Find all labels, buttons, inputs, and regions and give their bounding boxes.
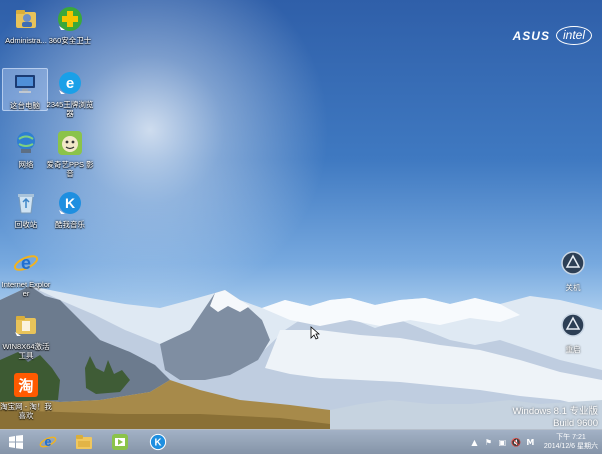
svg-text:K: K	[65, 195, 75, 211]
svg-text:K: K	[155, 437, 162, 448]
taskbar-kuwo-button[interactable]: K	[148, 432, 168, 452]
shutdown-label: 关机	[565, 283, 581, 292]
network-globe-icon	[11, 128, 41, 158]
svg-text:e: e	[21, 253, 31, 273]
input-method-icon[interactable]: M	[526, 438, 535, 447]
desktop-icon-taobao[interactable]: 淘 淘宝网 - 淘！我喜欢	[0, 370, 52, 420]
desktop-icon-kuwo-music[interactable]: K 酷我音乐	[44, 188, 96, 229]
internet-explorer-icon: e	[11, 248, 41, 278]
desktop-icon-iqiyi-pps[interactable]: 爱奇艺PPS 影音	[44, 128, 96, 178]
pps-player-icon	[55, 128, 85, 158]
system-tray: ▲ ⚑ ▣ 🔇 M 下午 7:21 2014/12/6 星期六	[470, 432, 598, 452]
show-hidden-icons-icon[interactable]: ▲	[470, 438, 479, 447]
restart-icon	[561, 313, 585, 337]
clock-date: 2014/12/6 星期六	[543, 443, 598, 450]
shutdown-icon	[561, 251, 585, 275]
computer-icon	[10, 69, 40, 99]
taskbar-ie-button[interactable]: e	[38, 432, 58, 452]
svg-text:淘: 淘	[17, 377, 33, 395]
desktop-icon-label: 这台电脑	[10, 101, 40, 110]
asus-logo: ASUS	[512, 28, 550, 43]
desktop-icon-label: 淘宝网 - 淘！我喜欢	[0, 402, 52, 420]
desktop-icon-360-security[interactable]: 360安全卫士	[44, 4, 96, 45]
speaker-muted-icon[interactable]: 🔇	[511, 438, 521, 447]
svg-text:e: e	[45, 435, 52, 449]
desktop-icon-label: Internet Explorer	[1, 280, 51, 298]
kuwo-k-icon: K	[55, 188, 85, 218]
mouse-cursor-icon	[310, 326, 320, 340]
restart-label: 重启	[565, 345, 581, 354]
browser-e-icon: e	[55, 68, 85, 98]
start-button[interactable]	[6, 432, 26, 452]
desktop-icon-label: 360安全卫士	[48, 36, 92, 45]
user-folder-icon	[11, 4, 41, 34]
desktop-icon-label: WIN8X64激活工具	[2, 342, 50, 360]
flag-icon[interactable]: ⚑	[484, 438, 493, 447]
desktop-icon-internet-explorer[interactable]: e Internet Explorer	[0, 248, 52, 298]
folder-icon	[76, 435, 92, 449]
windows-version-watermark: Windows 8.1 专业版 Build 9600	[512, 406, 598, 430]
taskbar: e K ▲ ⚑ ▣ 🔇 M 下午 7:21 2014/12/6 星期六	[0, 429, 602, 454]
taobao-icon: 淘	[11, 370, 41, 400]
desktop-icon-label: 爱奇艺PPS 影音	[46, 160, 94, 178]
desktop-icon-label: 酷我音乐	[55, 220, 85, 229]
taskbar-file-explorer-button[interactable]	[74, 432, 94, 452]
taskbar-iqiyi-button[interactable]	[110, 432, 130, 452]
desktop-icon-label: 2345王牌浏览器	[46, 100, 94, 118]
restart-button[interactable]: 重启	[553, 312, 593, 355]
recycle-bin-icon	[11, 188, 41, 218]
360-security-icon	[55, 4, 85, 34]
network-icon[interactable]: ▣	[498, 438, 507, 447]
intel-logo: intel	[555, 26, 592, 45]
desktop: ASUS intel Administra... 360安全卫士 这台电脑 e …	[0, 0, 602, 454]
windows-logo-icon	[9, 435, 23, 449]
clock-time: 下午 7:21	[556, 434, 586, 441]
watermark-edition: Windows 8.1 专业版	[512, 406, 598, 417]
desktop-icon-2345-browser[interactable]: e 2345王牌浏览器	[44, 68, 96, 118]
desktop-icon-win8x64-activator[interactable]: WIN8X64激活工具	[0, 310, 52, 360]
internet-explorer-icon: e	[39, 435, 57, 449]
activator-folder-icon	[11, 310, 41, 340]
desktop-icon-this-pc[interactable]: 这台电脑	[2, 68, 48, 111]
brand-logos: ASUS intel	[513, 26, 592, 45]
kuwo-k-icon: K	[149, 433, 167, 451]
svg-text:e: e	[66, 75, 74, 92]
shutdown-button[interactable]: 关机	[553, 250, 593, 293]
iqiyi-icon	[112, 434, 128, 450]
taskbar-clock[interactable]: 下午 7:21 2014/12/6 星期六	[544, 433, 598, 451]
